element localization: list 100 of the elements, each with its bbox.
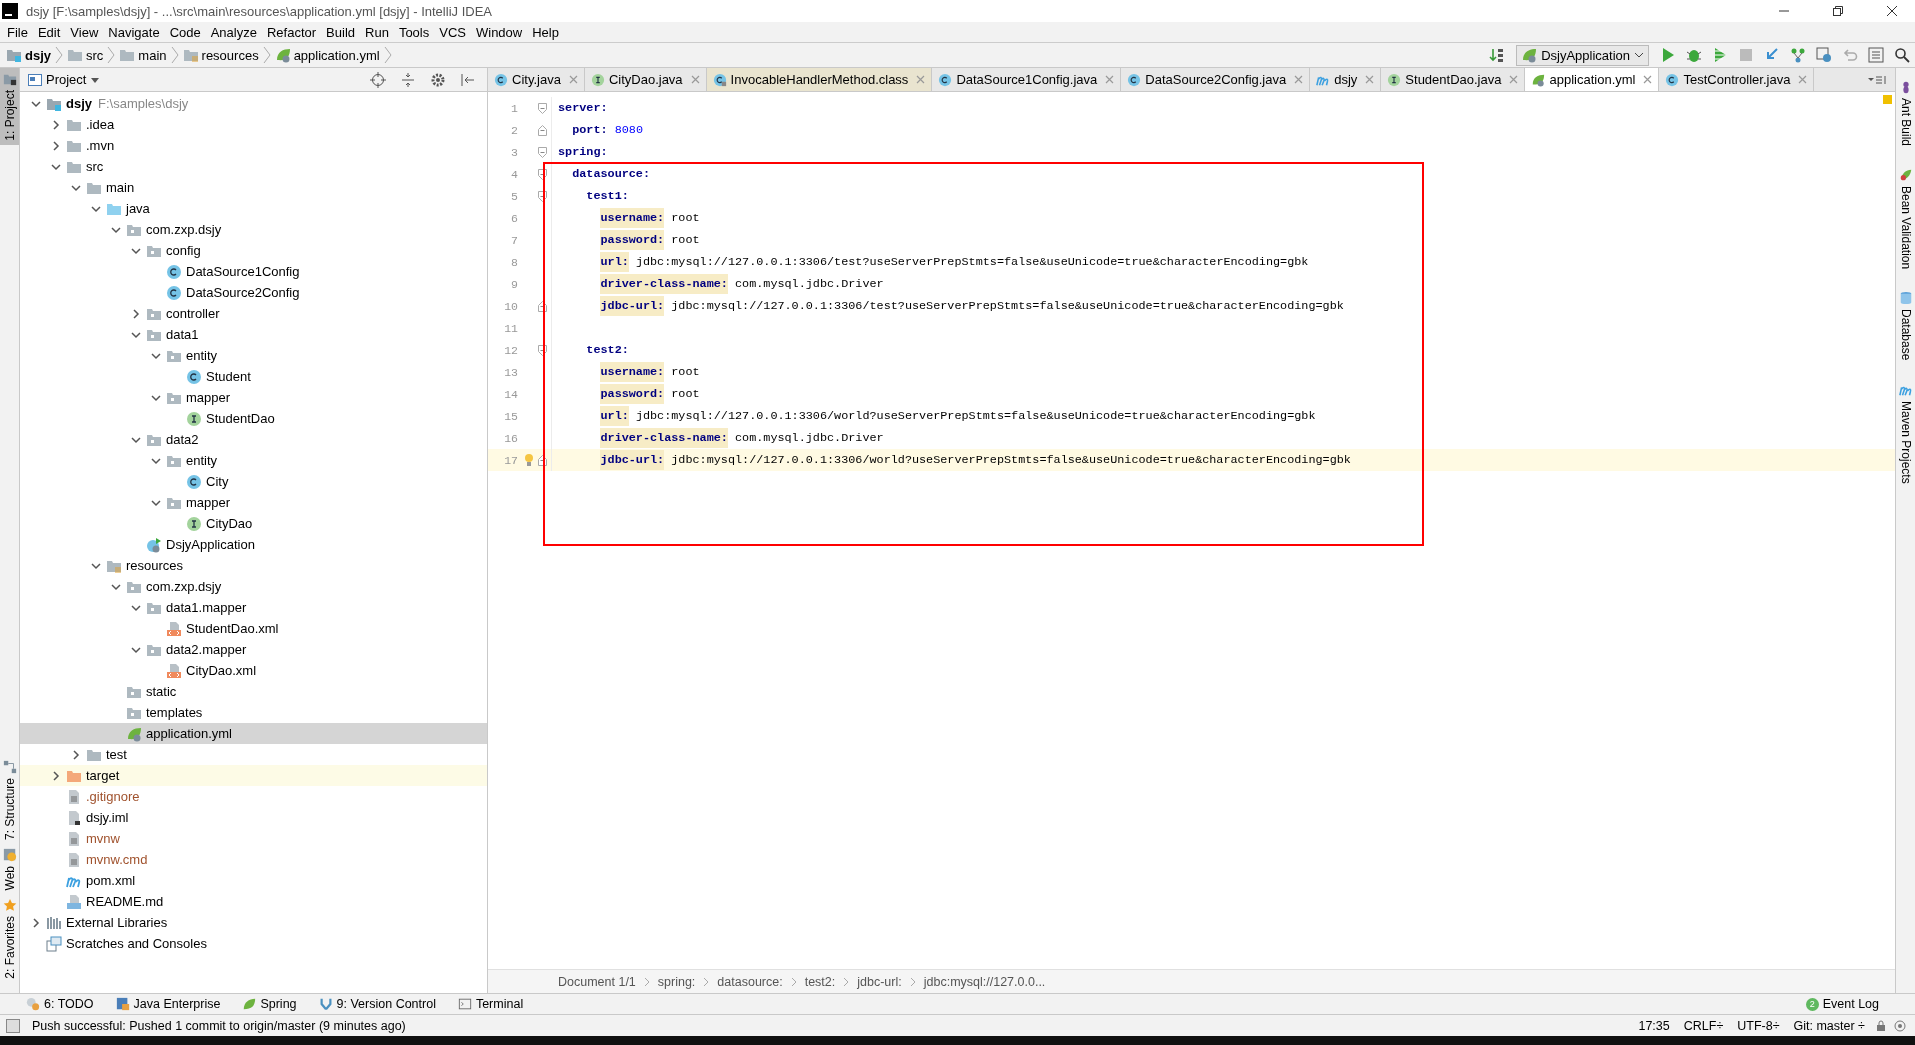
run-icon[interactable] bbox=[1660, 47, 1676, 63]
tree-item[interactable]: resources bbox=[20, 555, 487, 576]
tree-item[interactable]: .idea bbox=[20, 114, 487, 135]
editor-tab[interactable]: InvocableHandlerMethod.class bbox=[706, 68, 933, 91]
lightbulb-icon[interactable] bbox=[524, 453, 534, 467]
fold-end-icon[interactable] bbox=[538, 300, 547, 312]
tree-item[interactable]: CityDao.xml bbox=[20, 660, 487, 681]
lock-icon[interactable] bbox=[1875, 1019, 1887, 1032]
search-icon[interactable] bbox=[1894, 47, 1910, 63]
menu-item[interactable]: Refactor bbox=[261, 22, 322, 42]
tool-window-tab[interactable]: Database bbox=[1896, 287, 1915, 365]
tree-item[interactable]: StudentDao.xml bbox=[20, 618, 487, 639]
tree-item[interactable]: templates bbox=[20, 702, 487, 723]
breadcrumb[interactable]: jdbc-url: bbox=[857, 974, 902, 989]
tree-item[interactable]: Scratches and Consoles bbox=[20, 933, 487, 954]
tree-item[interactable]: test bbox=[20, 744, 487, 765]
menu-item[interactable]: Tools bbox=[393, 22, 435, 42]
fold-start-icon[interactable] bbox=[538, 146, 547, 158]
tree-item[interactable]: External Libraries bbox=[20, 912, 487, 933]
tree-item[interactable]: .gitignore bbox=[20, 786, 487, 807]
tool-window-tab[interactable]: Java Enterprise bbox=[113, 997, 223, 1011]
tree-item[interactable]: controller bbox=[20, 303, 487, 324]
menu-item[interactable]: File bbox=[2, 22, 33, 42]
tree-item[interactable]: DataSource2Config bbox=[20, 282, 487, 303]
breadcrumb[interactable]: src bbox=[65, 47, 106, 63]
close-icon[interactable] bbox=[568, 75, 578, 84]
menu-item[interactable]: View bbox=[65, 22, 104, 42]
tree-item[interactable]: data1.mapper bbox=[20, 597, 487, 618]
breadcrumb[interactable]: main bbox=[117, 47, 169, 63]
tree-item[interactable]: CityDao bbox=[20, 513, 487, 534]
breadcrumb[interactable]: spring: bbox=[657, 974, 696, 989]
close-icon[interactable] bbox=[1643, 75, 1653, 84]
revert-icon[interactable] bbox=[1842, 47, 1858, 63]
locate-icon[interactable] bbox=[370, 71, 386, 88]
tree-item[interactable]: dsjy F:\samples\dsjy bbox=[20, 93, 487, 114]
debug-icon[interactable] bbox=[1686, 47, 1702, 63]
tool-window-tab[interactable]: Terminal bbox=[455, 997, 526, 1011]
settings-icon[interactable] bbox=[430, 71, 446, 88]
fold-end-icon[interactable] bbox=[538, 454, 547, 466]
coverage-icon[interactable] bbox=[1712, 47, 1728, 63]
fold-start-icon[interactable] bbox=[538, 190, 547, 202]
tool-window-tab[interactable]: Bean Validation bbox=[1896, 164, 1915, 274]
sort-icon[interactable] bbox=[1489, 47, 1506, 63]
history-icon[interactable] bbox=[1816, 47, 1832, 63]
close-icon[interactable] bbox=[690, 75, 700, 84]
menu-item[interactable]: Help bbox=[527, 22, 564, 42]
menu-item[interactable]: Analyze bbox=[205, 22, 262, 42]
tool-window-tab[interactable]: 9: Version Control bbox=[316, 997, 438, 1011]
project-structure-icon[interactable] bbox=[1868, 47, 1884, 63]
tree-item[interactable]: pom.xml bbox=[20, 870, 487, 891]
tree-item[interactable]: com.zxp.dsjy bbox=[20, 219, 487, 240]
breadcrumb[interactable]: test2: bbox=[804, 974, 836, 989]
tree-item[interactable]: .mvn bbox=[20, 135, 487, 156]
menu-item[interactable]: Run bbox=[360, 22, 394, 42]
tree-item[interactable]: java bbox=[20, 198, 487, 219]
tree-item[interactable]: mapper bbox=[20, 492, 487, 513]
breadcrumb[interactable]: dsjy bbox=[4, 47, 53, 63]
tree-item[interactable]: dsjy.iml bbox=[20, 807, 487, 828]
tool-window-tab[interactable]: Spring bbox=[240, 997, 299, 1011]
project-view-dropdown[interactable]: Project bbox=[26, 72, 103, 87]
tree-item[interactable]: application.yml bbox=[20, 723, 487, 744]
tree-item[interactable]: City bbox=[20, 471, 487, 492]
file-encoding[interactable]: UTF-8÷ bbox=[1733, 1018, 1784, 1033]
tree-item[interactable]: target bbox=[20, 765, 487, 786]
fold-start-icon[interactable] bbox=[538, 102, 547, 114]
breadcrumb[interactable]: resources bbox=[180, 47, 261, 63]
hide-panel-icon[interactable] bbox=[460, 71, 476, 88]
caret-position[interactable]: 17:35 bbox=[1634, 1018, 1674, 1033]
tool-window-tab[interactable]: 2: Favorites bbox=[0, 894, 19, 983]
menu-item[interactable]: Edit bbox=[32, 22, 66, 42]
line-separator[interactable]: CRLF÷ bbox=[1679, 1018, 1728, 1033]
tree-item[interactable]: Student bbox=[20, 366, 487, 387]
tool-window-tab[interactable]: Web bbox=[0, 843, 19, 895]
breadcrumb[interactable]: application.yml bbox=[272, 47, 382, 63]
run-configuration-dropdown[interactable]: DsjyApplication bbox=[1516, 44, 1649, 66]
menu-item[interactable]: Window bbox=[470, 22, 528, 42]
tree-item[interactable]: mvnw.cmd bbox=[20, 849, 487, 870]
close-icon[interactable] bbox=[1798, 75, 1808, 84]
tree-item[interactable]: main bbox=[20, 177, 487, 198]
fold-start-icon[interactable] bbox=[538, 168, 547, 180]
tree-item[interactable]: mapper bbox=[20, 387, 487, 408]
breadcrumb[interactable]: jdbc:mysql://127.0.0... bbox=[923, 974, 1046, 989]
vcs-commit-icon[interactable] bbox=[1790, 47, 1806, 63]
menu-item[interactable]: Code bbox=[164, 22, 206, 42]
tree-item[interactable]: config bbox=[20, 240, 487, 261]
tree-item[interactable]: data2.mapper bbox=[20, 639, 487, 660]
fold-start-icon[interactable] bbox=[538, 344, 547, 356]
tool-window-tab[interactable]: 1: Project bbox=[0, 68, 19, 145]
tree-item[interactable]: src bbox=[20, 156, 487, 177]
tree-item[interactable]: entity bbox=[20, 345, 487, 366]
tree-item[interactable]: DsjyApplication bbox=[20, 534, 487, 555]
menu-item[interactable]: Build bbox=[321, 22, 360, 42]
inspector-icon[interactable] bbox=[1893, 1018, 1907, 1033]
close-icon[interactable] bbox=[1294, 75, 1304, 84]
tree-item[interactable]: DataSource1Config bbox=[20, 261, 487, 282]
fold-end-icon[interactable] bbox=[538, 124, 547, 136]
collapse-all-icon[interactable] bbox=[400, 71, 416, 88]
close-icon[interactable] bbox=[1105, 75, 1115, 84]
close-icon[interactable] bbox=[1365, 75, 1375, 84]
tree-item[interactable]: data1 bbox=[20, 324, 487, 345]
